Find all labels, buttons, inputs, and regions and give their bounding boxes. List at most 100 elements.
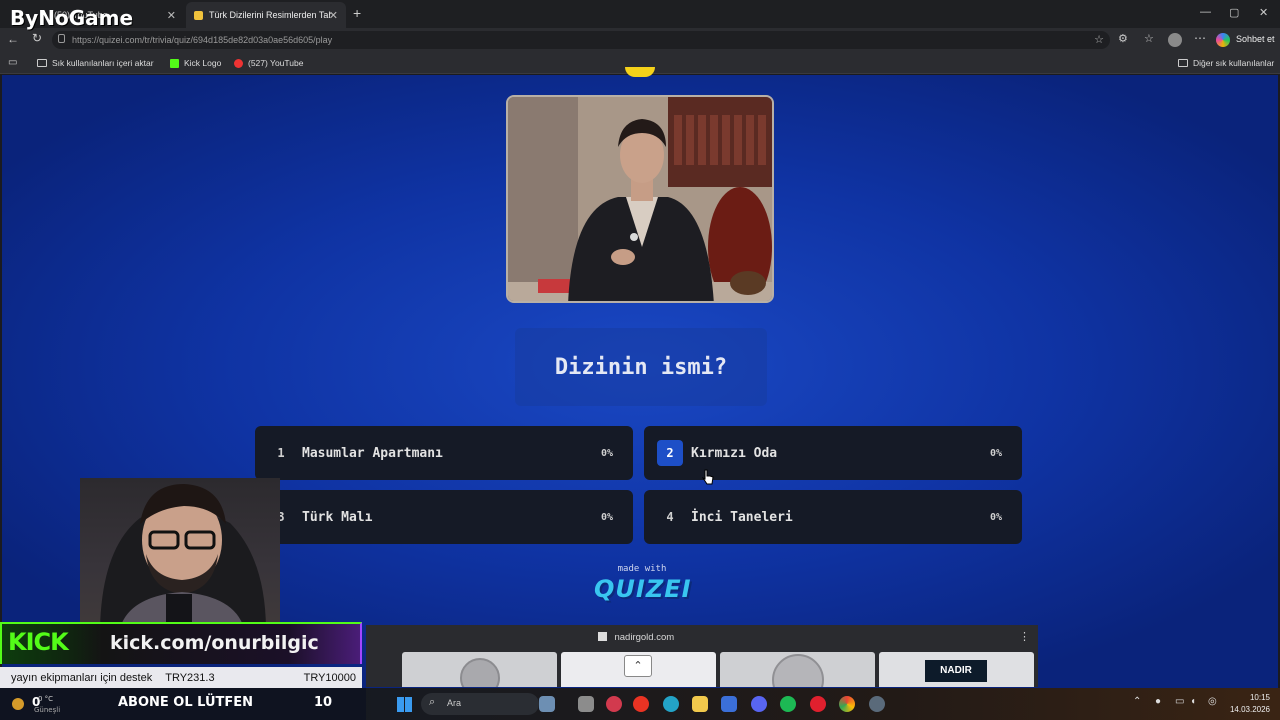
clock-time[interactable]: 10:15 xyxy=(1240,693,1270,702)
task-view-icon[interactable] xyxy=(578,696,594,712)
product-thumbnail[interactable] xyxy=(720,652,875,687)
microphone-icon[interactable]: ● xyxy=(1155,696,1161,707)
edge-icon[interactable] xyxy=(663,696,679,712)
answer-option-1[interactable]: 1 Masumlar Apartmanı 0% xyxy=(255,426,633,480)
quizei-logo[interactable]: QUIZEI xyxy=(594,575,691,603)
answer-option-3[interactable]: 3 Türk Malı 0% xyxy=(255,490,633,544)
kick-overlay: KICK kick.com/onurbilgic yayın ekipmanla… xyxy=(0,622,366,688)
coin-icon xyxy=(772,654,824,687)
tab-quiz[interactable]: Türk Dizilerini Resimlerden Tahmin ✕ xyxy=(186,2,346,28)
bookmark-other[interactable]: Diğer sık kullanılanlar xyxy=(1178,58,1274,68)
stream-logo: ByNoGame xyxy=(10,6,134,30)
close-window-button[interactable]: ✕ xyxy=(1259,6,1268,19)
opera-gx-icon[interactable] xyxy=(606,696,622,712)
chevron-up-icon[interactable]: ⌃ xyxy=(1133,696,1141,707)
answer-percent: 0% xyxy=(600,511,613,523)
extensions-icon[interactable]: ⚙ xyxy=(1118,32,1128,45)
kick-logo: KICK xyxy=(8,628,69,656)
answer-option-2[interactable]: 2 Kırmızı Oda 0% xyxy=(644,426,1022,480)
explorer-icon[interactable] xyxy=(692,696,708,712)
screen: (50) YouTube ✕ Türk Dizilerini Resimlerd… xyxy=(0,0,1280,720)
search-placeholder: Ara xyxy=(447,698,462,708)
discord-icon[interactable] xyxy=(751,696,767,712)
minimize-button[interactable]: — xyxy=(1200,6,1211,18)
windows-start-icon[interactable] xyxy=(397,697,412,712)
youtube-icon xyxy=(234,58,243,68)
network-icon[interactable]: ▭ xyxy=(1175,696,1184,707)
product-thumbnail[interactable]: ⌃ xyxy=(561,652,716,687)
notification-icon[interactable]: ◎ xyxy=(1208,696,1217,707)
more-icon[interactable]: ⋯ xyxy=(1194,31,1206,45)
weather-icon xyxy=(12,698,24,710)
support-text: yayın ekipmanları için destek xyxy=(11,671,153,684)
back-icon[interactable]: ← xyxy=(7,32,19,46)
chrome-icon[interactable] xyxy=(839,696,855,712)
mouse-cursor-icon xyxy=(702,469,714,485)
star-icon[interactable]: ☆ xyxy=(1094,33,1104,46)
product-thumbnail[interactable] xyxy=(402,652,557,687)
close-icon[interactable]: ✕ xyxy=(329,9,338,22)
store-icon[interactable] xyxy=(721,696,737,712)
support-goal-bar: yayın ekipmanları için destek TRY231.3 T… xyxy=(0,667,362,688)
taskbar-search[interactable]: ⌕ Ara xyxy=(421,693,539,715)
bookmark-label: Sık kullanılanları içeri aktar xyxy=(52,58,154,68)
url-text: https://quizei.com/tr/trivia/quiz/694d18… xyxy=(72,35,333,45)
new-tab-button[interactable]: + xyxy=(353,5,361,21)
answer-label: Masumlar Apartmanı xyxy=(302,445,443,461)
brand-badge: NADIR xyxy=(925,660,987,682)
weather-temp: 0 °C xyxy=(38,695,54,703)
coin-icon xyxy=(460,658,500,687)
url-field[interactable]: https://quizei.com/tr/trivia/quiz/694d18… xyxy=(52,31,1110,49)
answer-percent: 0% xyxy=(989,511,1002,523)
answer-option-4[interactable]: 4 İnci Taneleri 0% xyxy=(644,490,1022,544)
chat-button[interactable]: Sohbet et xyxy=(1236,34,1275,44)
tab-favicon-icon xyxy=(194,10,203,20)
sidebar-toggle-icon[interactable]: ▭ xyxy=(8,57,17,68)
spotify-icon[interactable] xyxy=(780,696,796,712)
yandex-icon[interactable] xyxy=(633,696,649,712)
weather-label: Güneşli xyxy=(34,706,61,714)
popup-url-text: nadirgold.com xyxy=(614,632,675,643)
answer-label: Türk Malı xyxy=(302,509,373,525)
popup-url: nadirgold.com xyxy=(366,632,906,643)
folder-icon xyxy=(1178,59,1188,67)
volume-icon[interactable]: ◖ xyxy=(1190,696,1196,707)
bookmark-import[interactable]: Sık kullanılanları içeri aktar xyxy=(37,58,154,68)
refresh-icon[interactable]: ↻ xyxy=(32,31,42,45)
opera-icon[interactable] xyxy=(810,696,826,712)
bookmark-label: (527) YouTube xyxy=(248,58,304,68)
abone-goal-bar: 0 0 °C Güneşli ABONE OL LÜTFEN 10 xyxy=(0,688,366,720)
maximize-button[interactable]: ▢ xyxy=(1229,6,1239,19)
tab-label: Türk Dizilerini Resimlerden Tahmin xyxy=(209,10,331,20)
answer-number: 2 xyxy=(657,440,683,466)
bookmark-label: Diğer sık kullanılanlar xyxy=(1193,58,1275,68)
more-icon[interactable]: ⋮ xyxy=(1019,630,1030,643)
support-goal: TRY10000 xyxy=(303,671,356,684)
close-icon[interactable]: ✕ xyxy=(167,9,176,22)
support-current: TRY231.3 xyxy=(165,671,215,684)
webcam-overlay xyxy=(80,478,280,628)
scene-image xyxy=(508,97,772,301)
answer-number: 1 xyxy=(277,446,285,460)
streamer-image xyxy=(100,484,266,628)
question-image xyxy=(506,95,774,303)
bookmark-kick[interactable]: Kick Logo xyxy=(170,58,221,68)
bookmark-youtube[interactable]: (527) YouTube xyxy=(234,58,303,68)
chevron-up-icon[interactable]: ⌃ xyxy=(624,655,652,677)
question-title: Dizinin ismi? xyxy=(515,328,767,406)
favorites-icon[interactable]: ☆ xyxy=(1144,32,1154,45)
nadirgold-popup: nadirgold.com ⋮ ⌃ NADIR xyxy=(366,625,1038,687)
made-with-label: made with xyxy=(617,564,667,574)
copilot-icon[interactable] xyxy=(1216,33,1230,47)
kick-icon xyxy=(170,58,179,68)
steam-icon[interactable] xyxy=(869,696,885,712)
lock-icon xyxy=(58,34,65,43)
answer-number: 4 xyxy=(666,510,674,524)
kick-channel-url: kick.com/onurbilgic xyxy=(110,632,319,654)
folder-icon xyxy=(37,59,47,67)
profile-icon[interactable] xyxy=(1168,33,1182,47)
photos-icon[interactable] xyxy=(539,696,555,712)
search-icon: ⌕ xyxy=(429,696,436,708)
clock-date[interactable]: 14.03.2026 xyxy=(1224,705,1270,714)
product-thumbnail[interactable]: NADIR xyxy=(879,652,1034,687)
